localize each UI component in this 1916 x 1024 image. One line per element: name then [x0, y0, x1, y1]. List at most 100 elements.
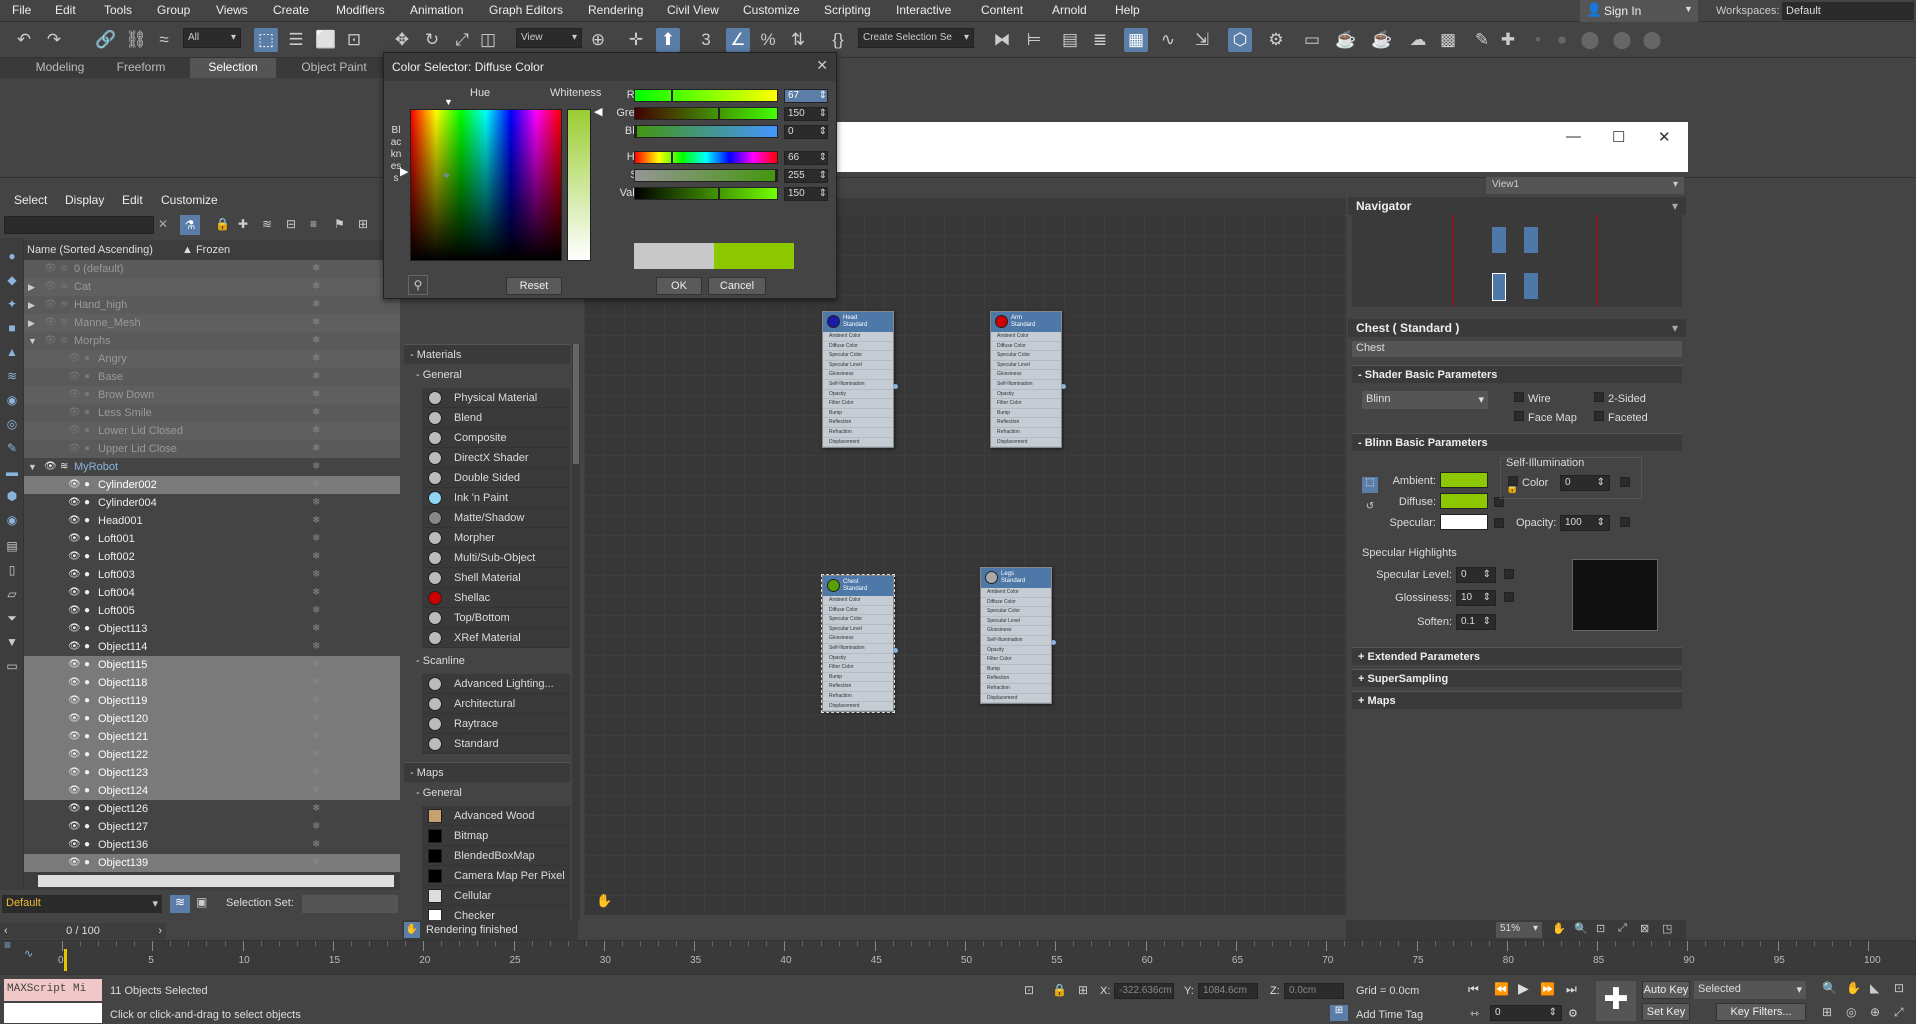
slider-value-input[interactable]: 0 ⇕	[784, 125, 828, 139]
xref-icon[interactable]: ⬢	[4, 488, 20, 504]
cross-tool-icon[interactable]: ✚	[1496, 28, 1520, 52]
freeze-icon[interactable]: ❄	[312, 548, 320, 566]
list-item[interactable]: Advanced Lighting...	[422, 674, 570, 694]
set-key-button[interactable]: Set Key	[1642, 1003, 1690, 1021]
node-slot[interactable]: Opacity	[823, 654, 893, 664]
create-layer-icon[interactable]: ✚	[238, 217, 248, 231]
node-view-canvas[interactable]: ✋ Head Standard Ambient Color Diffuse Color…	[584, 215, 1346, 915]
curve-editor-icon[interactable]: ∿	[24, 947, 33, 960]
panel-menu-icon[interactable]: ▾	[1672, 199, 1678, 213]
node-slot[interactable]: Diffuse Color	[823, 342, 893, 352]
navigator-view[interactable]	[1352, 215, 1682, 307]
table-row[interactable]: 👁 ● Object136 ❄	[24, 836, 400, 854]
freeze-icon[interactable]: ❄	[312, 584, 320, 602]
freeze-icon[interactable]: ❄	[312, 512, 320, 530]
slider-thumb[interactable]	[717, 107, 720, 120]
ok-button[interactable]: OK	[656, 277, 702, 295]
maps-rollout[interactable]: - Maps	[404, 762, 570, 782]
freeze-icon[interactable]: ❄	[312, 836, 320, 854]
diffuse-color-swatch[interactable]	[1440, 493, 1488, 509]
list-item[interactable]: Cellular	[422, 886, 570, 906]
visibility-eye-icon[interactable]: 👁	[68, 836, 81, 854]
visibility-eye-icon[interactable]: 👁	[68, 440, 81, 458]
table-row[interactable]: 👁 ● Head001 ❄	[24, 512, 400, 530]
menu-rendering[interactable]: Rendering	[588, 3, 643, 17]
redo-icon[interactable]: ↷	[42, 28, 66, 52]
list-item[interactable]: Bitmap	[422, 826, 570, 846]
specular-level-map-button[interactable]	[1504, 569, 1514, 579]
list-item[interactable]: Architectural	[422, 694, 570, 714]
freeze-icon[interactable]: ❄	[312, 620, 320, 638]
scene-explorer-icon[interactable]: ▤	[1058, 28, 1082, 52]
link-icon[interactable]: 🔗	[94, 28, 118, 52]
cancel-button[interactable]: Cancel	[708, 277, 766, 295]
node-slot[interactable]: Filter Color	[823, 399, 893, 409]
z-coordinate[interactable]: 0.0cm	[1284, 983, 1344, 999]
page-icon[interactable]: ▯	[4, 562, 20, 578]
zoom-extents-selected-icon[interactable]: ⊠	[1640, 922, 1649, 935]
next-frame-icon[interactable]: ›	[158, 923, 162, 939]
node-slot[interactable]: Ambient Color	[981, 588, 1051, 598]
menu-animation[interactable]: Animation	[410, 3, 463, 17]
tab-object-paint[interactable]: Object Paint	[290, 58, 378, 78]
workspaces-dropdown[interactable]: Default	[1782, 2, 1914, 20]
previous-frame-icon[interactable]: ⏪	[1494, 982, 1509, 996]
selection-set-dropdown[interactable]	[302, 895, 398, 913]
visibility-eye-icon[interactable]: 👁	[68, 764, 81, 782]
menu-modifiers[interactable]: Modifiers	[336, 3, 385, 17]
frozen-icon[interactable]: ◉	[4, 512, 20, 528]
slider-value-input[interactable]: 66 ⇕	[784, 151, 828, 165]
filter-funnel-icon[interactable]: ▼	[4, 634, 20, 650]
table-row[interactable]: 👁 ● Object118 ❄	[24, 674, 400, 692]
freeze-icon[interactable]: ❄	[312, 746, 320, 764]
pivot-icon[interactable]: ⊕	[586, 28, 610, 52]
list-item[interactable]: BlendedBoxMap	[422, 846, 570, 866]
scene-menu-display[interactable]: Display	[65, 193, 104, 207]
freeze-icon[interactable]: ❄	[312, 656, 320, 674]
table-row[interactable]: 👁 ● Cylinder004 ❄	[24, 494, 400, 512]
reset-button[interactable]: Reset	[506, 277, 562, 295]
soften-input[interactable]: 0.1 ⇕	[1456, 614, 1496, 630]
list-item[interactable]: Advanced Wood	[422, 806, 570, 826]
spinner-icon[interactable]: ⇕	[1483, 616, 1491, 628]
zoom-region-icon[interactable]: ⊡	[1596, 922, 1605, 935]
list-item[interactable]: Matte/Shadow	[422, 508, 570, 528]
specular-level-input[interactable]: 0 ⇕	[1456, 567, 1496, 583]
spinner-icon[interactable]: ⇕	[1597, 517, 1605, 529]
menu-customize[interactable]: Customize	[743, 3, 800, 17]
freeze-icon[interactable]: ❄	[312, 350, 320, 368]
freeze-icon[interactable]: ❄	[312, 404, 320, 422]
freeze-icon[interactable]: ❄	[312, 260, 320, 278]
scrollbar-thumb[interactable]	[38, 875, 394, 887]
prev-frame-icon[interactable]: ‹	[4, 923, 8, 939]
node-slot[interactable]: Specular Color	[823, 351, 893, 361]
list-item[interactable]: Top/Bottom	[422, 608, 570, 628]
table-row[interactable]: 👁 ● Object120 ❄	[24, 710, 400, 728]
visibility-eye-icon[interactable]: 👁	[68, 602, 81, 620]
tag-icon[interactable]: ⊞	[358, 217, 368, 231]
table-row[interactable]: 👁 ● Angry ❄	[24, 350, 400, 368]
shape-icon[interactable]: ▲	[4, 344, 20, 360]
list-item[interactable]: Physical Material	[422, 388, 570, 408]
pan-view-icon[interactable]: ✋	[1846, 981, 1861, 995]
column-frozen-header[interactable]: ▲ Frozen	[182, 244, 230, 256]
camera-icon[interactable]: ⚑	[334, 217, 345, 231]
table-row[interactable]: 👁 ● Object119 ❄	[24, 692, 400, 710]
slider-thumb[interactable]	[635, 125, 637, 138]
stack-icon[interactable]: ≡	[310, 217, 317, 231]
freeze-icon[interactable]: ❄	[312, 602, 320, 620]
node-slot[interactable]: Filter Color	[981, 655, 1051, 665]
freeze-icon[interactable]: ❄	[312, 674, 320, 692]
table-row[interactable]: ▼ 👁 ≋ Morphs ❄	[24, 332, 400, 350]
visibility-eye-icon[interactable]: 👁	[68, 476, 81, 494]
node-slot[interactable]: Opacity	[823, 390, 893, 400]
visibility-eye-icon[interactable]: 👁	[44, 458, 57, 476]
node-slot[interactable]: Glossiness	[981, 626, 1051, 636]
node-slot[interactable]: Specular Color	[991, 351, 1061, 361]
visibility-eye-icon[interactable]: 👁	[68, 620, 81, 638]
select-manipulate-icon[interactable]: ✛	[624, 28, 648, 52]
zoom-icon[interactable]: 🔍	[1822, 981, 1837, 995]
angle-snap-icon[interactable]: ∠	[726, 28, 750, 52]
two-sided-checkbox[interactable]	[1594, 392, 1604, 402]
node-header[interactable]: Arm Standard	[991, 312, 1061, 332]
